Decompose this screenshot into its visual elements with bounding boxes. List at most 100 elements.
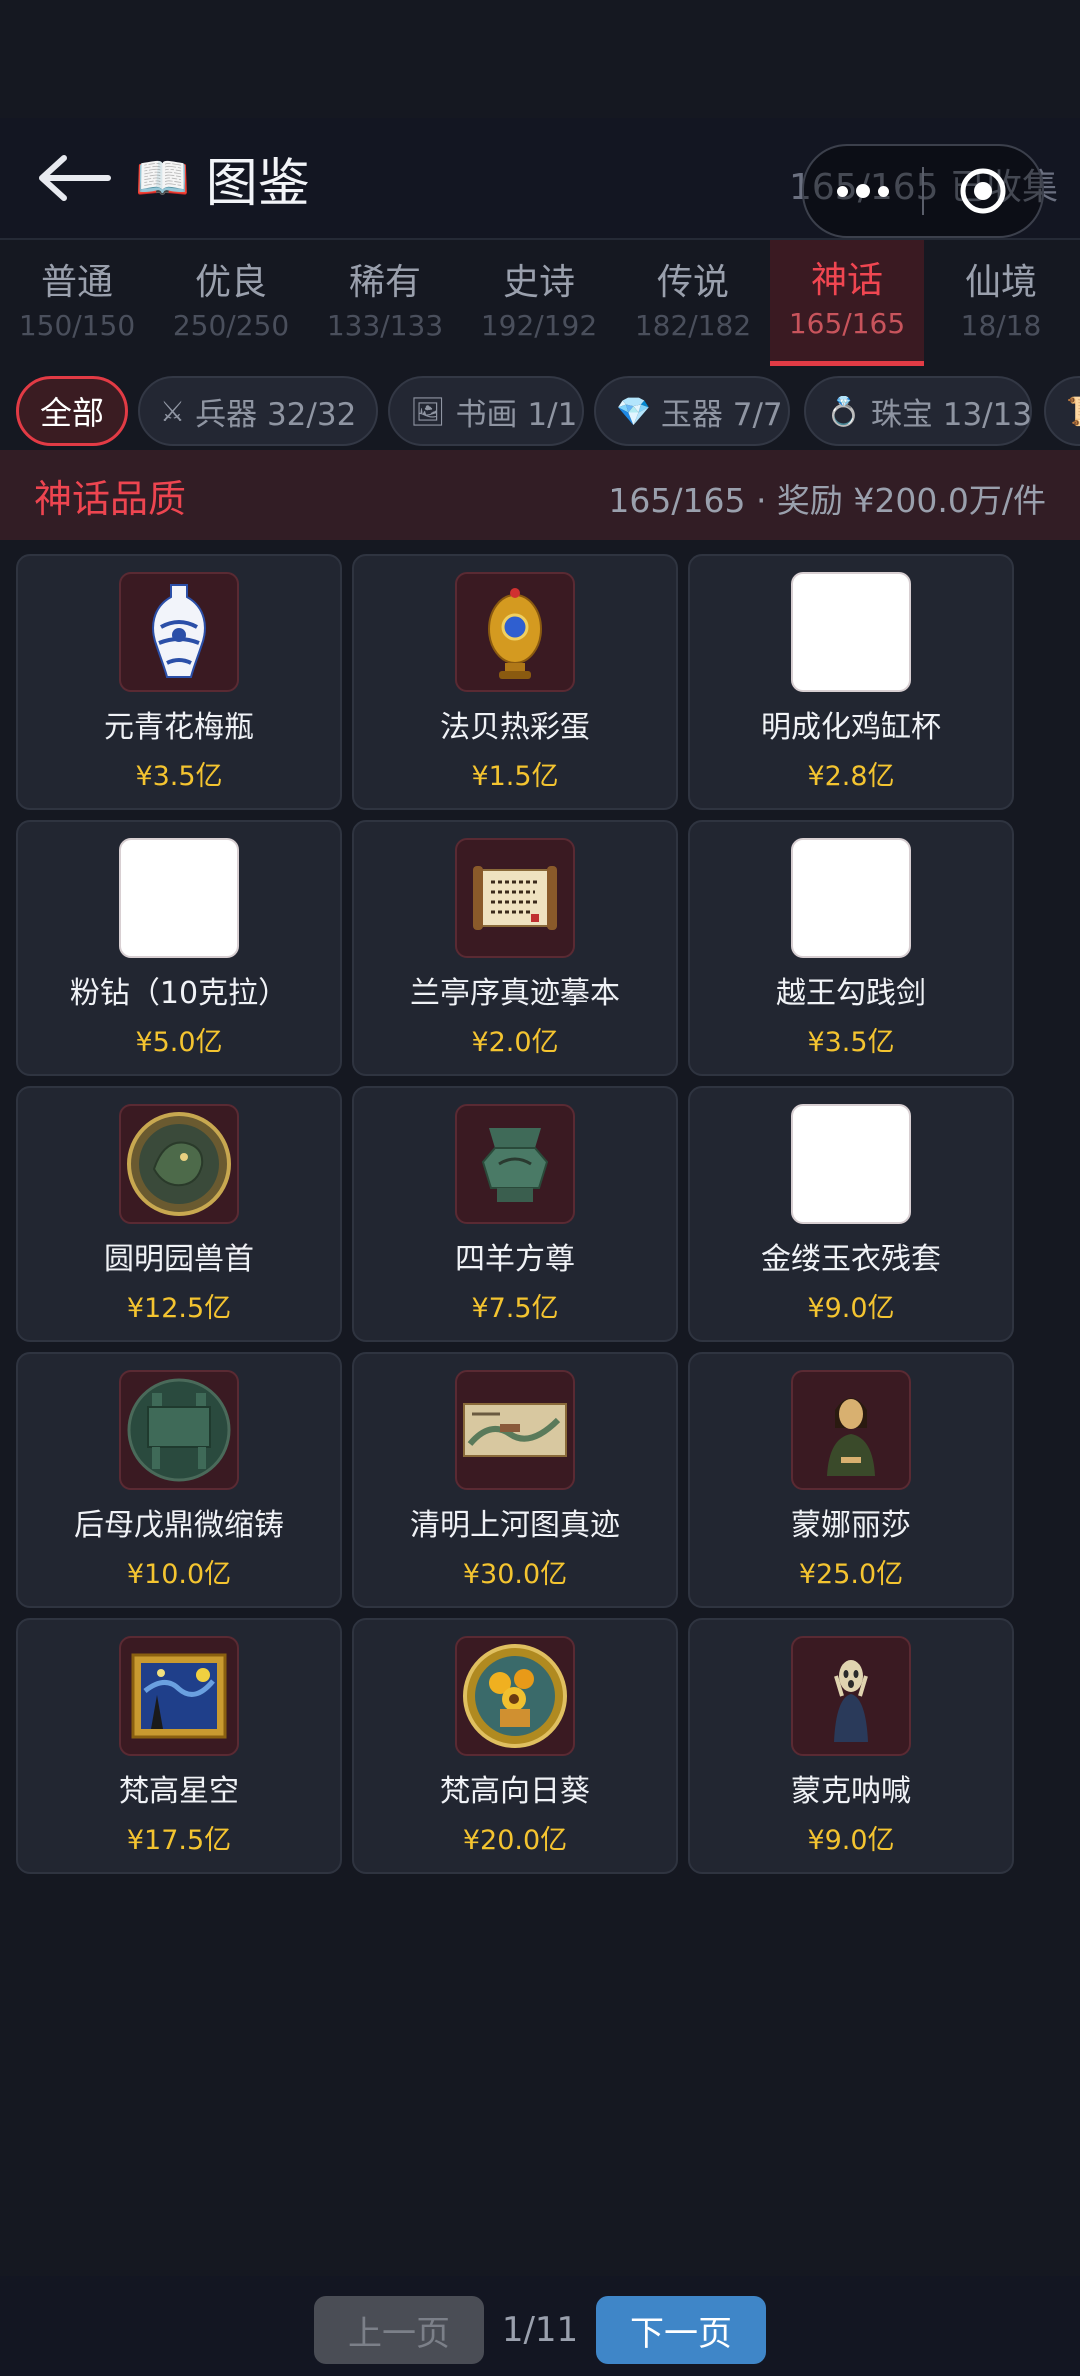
tab-label: 普通 xyxy=(40,262,113,303)
item-price: ¥25.0亿 xyxy=(798,1559,904,1590)
quality-header: 神话品质 165/165 · 奖励 ¥200.0万/件 xyxy=(0,450,1080,540)
quality-stats: 165/165 · 奖励 ¥200.0万/件 xyxy=(608,481,1046,520)
item-name: 粉钻（10克拉） xyxy=(69,976,289,1011)
item-price: ¥9.0亿 xyxy=(807,1293,895,1324)
swords-icon: ⚔ xyxy=(160,394,186,428)
filter-all[interactable]: 全部 xyxy=(16,376,128,446)
item-name: 清明上河图真迹 xyxy=(410,1508,620,1543)
item-card[interactable]: 越王勾践剑 ¥3.5亿 xyxy=(688,820,1014,1076)
tab-count: 192/192 xyxy=(480,309,598,342)
item-thumbnail xyxy=(791,1636,911,1756)
more-dot-icon xyxy=(878,185,889,197)
tab-tier-epic[interactable]: 史诗 192/192 xyxy=(462,240,616,366)
item-price: ¥3.5亿 xyxy=(807,1027,895,1058)
filter-label: 珠宝 13/13 xyxy=(870,396,1033,433)
item-card[interactable]: 蒙娜丽莎 ¥25.0亿 xyxy=(688,1352,1014,1608)
item-name: 圆明园兽首 xyxy=(104,1242,254,1277)
filter-jade[interactable]: 💎 玉器 7/7 xyxy=(594,376,790,446)
gem-icon: 💎 xyxy=(616,394,651,428)
item-thumbnail xyxy=(119,1636,239,1756)
close-miniprogram-button[interactable] xyxy=(924,146,1042,236)
tab-tier-rare[interactable]: 稀有 133/133 xyxy=(308,240,462,366)
item-name: 金缕玉衣残套 xyxy=(761,1242,941,1277)
calligraphy-scroll-icon xyxy=(473,866,557,930)
tab-tier-fairyland[interactable]: 仙境 18/18 xyxy=(924,240,1078,366)
item-price: ¥2.8亿 xyxy=(807,761,895,792)
tab-count: 165/165 xyxy=(788,306,906,340)
scroll-icon: 📜 xyxy=(1066,395,1080,428)
filter-weapons[interactable]: ⚔ 兵器 32/32 xyxy=(138,376,378,446)
item-name: 法贝热彩蛋 xyxy=(440,710,590,745)
item-card[interactable]: 元青花梅瓶 ¥3.5亿 xyxy=(16,554,342,810)
item-name: 梵高星空 xyxy=(119,1774,239,1809)
item-thumbnail xyxy=(455,572,575,692)
item-card[interactable]: 圆明园兽首 ¥12.5亿 xyxy=(16,1086,342,1342)
ring-icon: 💍 xyxy=(826,394,861,428)
mona-lisa-icon xyxy=(827,1398,875,1476)
tab-label: 仙境 xyxy=(964,262,1037,303)
filter-jewelry[interactable]: 💍 珠宝 13/13 xyxy=(804,376,1032,446)
item-price: ¥9.0亿 xyxy=(807,1825,895,1856)
item-thumbnail xyxy=(119,1104,239,1224)
bronze-beast-head-icon xyxy=(127,1112,231,1216)
tab-label: 史诗 xyxy=(502,262,575,303)
item-price: ¥5.0亿 xyxy=(135,1027,223,1058)
filter-scrolls[interactable]: 📜 xyxy=(1044,376,1080,446)
item-card[interactable]: 法贝热彩蛋 ¥1.5亿 xyxy=(352,554,678,810)
tab-tier-legend[interactable]: 传说 182/182 xyxy=(616,240,770,366)
tab-count: 182/182 xyxy=(634,309,752,342)
item-card[interactable]: 兰亭序真迹摹本 ¥2.0亿 xyxy=(352,820,678,1076)
tab-label: 优良 xyxy=(194,262,267,303)
item-name: 兰亭序真迹摹本 xyxy=(410,976,620,1011)
item-card[interactable]: 金缕玉衣残套 ¥9.0亿 xyxy=(688,1086,1014,1342)
item-name: 蒙娜丽莎 xyxy=(791,1508,911,1543)
item-thumbnail xyxy=(455,1104,575,1224)
item-price: ¥1.5亿 xyxy=(471,761,559,792)
item-thumbnail xyxy=(791,1104,911,1224)
the-scream-icon xyxy=(834,1660,868,1742)
item-name: 蒙克呐喊 xyxy=(791,1774,911,1809)
item-price: ¥30.0亿 xyxy=(462,1559,568,1590)
more-menu-button[interactable] xyxy=(804,146,922,236)
filter-paintings[interactable]: 🖼 书画 1/1 xyxy=(388,376,584,446)
item-price: ¥2.0亿 xyxy=(471,1027,559,1058)
tab-count: 150/150 xyxy=(18,309,136,342)
tab-label: 神话 xyxy=(810,259,883,301)
item-thumbnail xyxy=(791,838,911,958)
item-card[interactable]: 四羊方尊 ¥7.5亿 xyxy=(352,1086,678,1342)
tab-label: 传说 xyxy=(656,262,729,303)
tab-count: 133/133 xyxy=(326,309,444,342)
item-price: ¥3.5亿 xyxy=(135,761,223,792)
tab-tier-common[interactable]: 普通 150/150 xyxy=(0,240,154,366)
item-name: 梵高向日葵 xyxy=(440,1774,590,1809)
tab-tier-myth[interactable]: 神话 165/165 xyxy=(770,240,924,366)
item-thumbnail xyxy=(455,1636,575,1756)
quality-title: 神话品质 xyxy=(34,477,187,521)
target-close-icon xyxy=(960,168,1006,214)
item-price: ¥12.5亿 xyxy=(126,1293,232,1324)
starry-night-icon xyxy=(131,1653,227,1739)
item-card[interactable]: 粉钻（10克拉） ¥5.0亿 xyxy=(16,820,342,1076)
item-price: ¥17.5亿 xyxy=(126,1825,232,1856)
tab-tier-good[interactable]: 优良 250/250 xyxy=(154,240,308,366)
item-card[interactable]: 梵高星空 ¥17.5亿 xyxy=(16,1618,342,1874)
next-page-button[interactable]: 下一页 xyxy=(596,2296,766,2364)
item-name: 元青花梅瓶 xyxy=(104,710,254,745)
more-dot-icon xyxy=(856,184,870,198)
mini-program-capsule xyxy=(802,144,1044,238)
item-name: 后母戊鼎微缩铸 xyxy=(74,1508,284,1543)
item-thumbnail xyxy=(119,838,239,958)
book-icon: 📖 xyxy=(135,153,190,204)
item-card[interactable]: 清明上河图真迹 ¥30.0亿 xyxy=(352,1352,678,1608)
back-button[interactable] xyxy=(34,150,114,206)
item-name: 越王勾践剑 xyxy=(776,976,926,1011)
item-thumbnail xyxy=(455,838,575,958)
item-card[interactable]: 明成化鸡缸杯 ¥2.8亿 xyxy=(688,554,1014,810)
prev-page-button[interactable]: 上一页 xyxy=(314,2296,484,2364)
item-card[interactable]: 梵高向日葵 ¥20.0亿 xyxy=(352,1618,678,1874)
item-price: ¥7.5亿 xyxy=(471,1293,559,1324)
item-card[interactable]: 后母戊鼎微缩铸 ¥10.0亿 xyxy=(16,1352,342,1608)
item-card[interactable]: 蒙克呐喊 ¥9.0亿 xyxy=(688,1618,1014,1874)
back-arrow-icon xyxy=(39,155,111,201)
item-name: 明成化鸡缸杯 xyxy=(761,710,941,745)
